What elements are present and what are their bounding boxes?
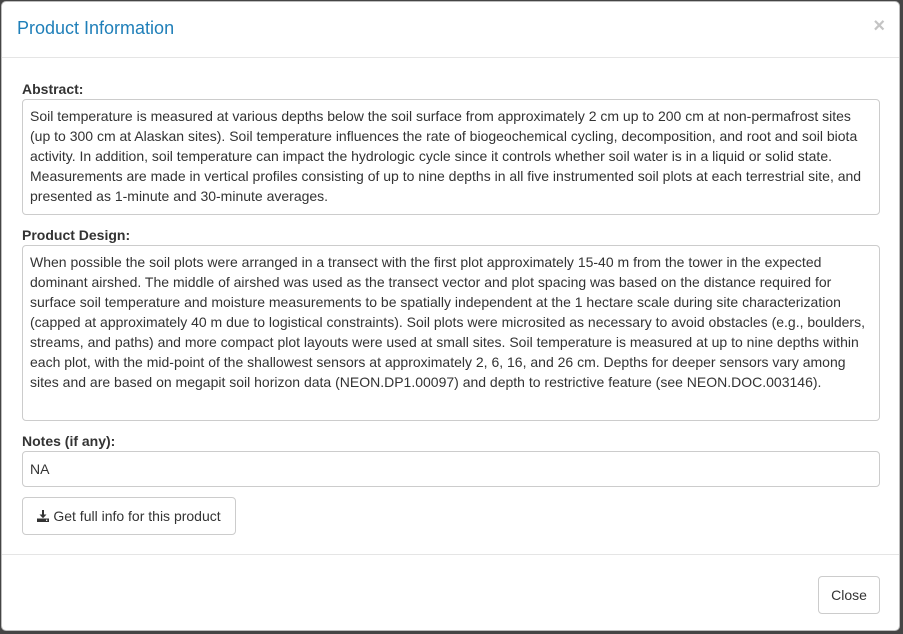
notes-label: Notes (if any): (22, 433, 116, 449)
modal-header: Product Information × (2, 2, 899, 58)
product-design-text: When possible the soil plots were arrang… (22, 245, 880, 421)
close-icon[interactable]: × (873, 16, 885, 36)
get-full-info-label: Get full info for this product (53, 508, 221, 524)
product-design-label: Product Design: (22, 227, 131, 243)
abstract-text: Soil temperature is measured at various … (22, 99, 880, 215)
close-button[interactable]: Close (818, 576, 880, 614)
download-icon (37, 510, 50, 522)
notes-field: NA (22, 451, 880, 487)
modal-title: Product Information (17, 18, 175, 38)
modal-footer: Close (2, 554, 899, 630)
get-full-info-button[interactable]: Get full info for this product (22, 497, 236, 535)
product-info-modal: Product Information × Abstract: Soil tem… (1, 1, 900, 631)
abstract-label: Abstract: (22, 81, 84, 97)
